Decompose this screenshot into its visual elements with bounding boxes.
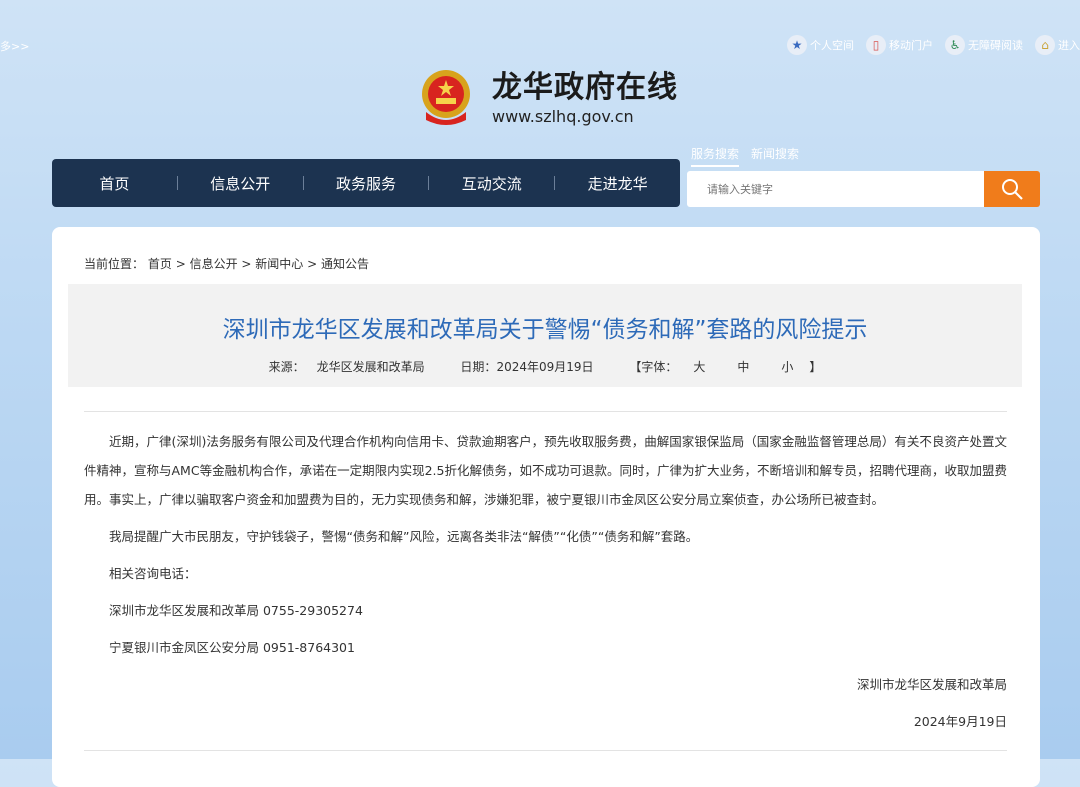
enter-icon: ⌂ [1035, 35, 1055, 55]
sign-date: 2024年9月19日 [913, 714, 1007, 729]
article-title: 深圳市龙华区发展和改革局关于警惕“债务和解”套路的风险提示 [222, 317, 868, 343]
divider [84, 750, 1007, 751]
divider [84, 411, 1007, 412]
accessibility-label: 无障碍阅读 [968, 39, 1023, 52]
article-date: 日期：2024年09月19日 [460, 360, 593, 374]
mobile-portal-label: 移动门户 [889, 39, 933, 52]
search-box [687, 171, 1040, 207]
search-icon [1002, 179, 1023, 200]
font-size-control: 【字体： 大 中 小 】 [629, 360, 821, 374]
signature: 深圳市龙华区发展和改革局 [856, 677, 1007, 692]
nav-item-government-services[interactable]: 政务服务 [304, 173, 429, 194]
site-url: www.szlhq.gov.cn [492, 106, 634, 126]
mobile-icon: ▯ [866, 35, 886, 55]
breadcrumb-sep: > [175, 257, 190, 271]
breadcrumb-info-disclosure[interactable]: 信息公开 [190, 257, 238, 271]
enter-link[interactable]: ⌂ 进入 [1035, 35, 1080, 55]
article-card: 当前位置： 首页 > 信息公开 > 新闻中心 > 通知公告 深圳市龙华区发展和改… [52, 227, 1040, 787]
site-title: 龙华政府在线 [492, 69, 678, 105]
nav-item-home[interactable]: 首页 [52, 173, 177, 194]
paragraph: 近期，广律(深圳)法务服务有限公司及代理合作机构向信用卡、贷款逾期客户，预先收取… [84, 434, 1007, 507]
article-header: 深圳市龙华区发展和改革局关于警惕“债务和解”套路的风险提示 来源： 龙华区发展和改… [68, 284, 1022, 387]
font-size-large[interactable]: 大 [693, 360, 705, 374]
source-value: 龙华区发展和改革局 [316, 360, 425, 374]
article-meta: 来源： 龙华区发展和改革局 日期：2024年09月19日 【字体： 大 中 小 】 [68, 358, 1022, 375]
article-body: 近期，广律(深圳)法务服务有限公司及代理合作机构向信用卡、贷款逾期客户，预先收取… [84, 427, 1007, 736]
user-star-icon: ★ [787, 35, 807, 55]
nav-item-interaction[interactable]: 互动交流 [429, 173, 554, 194]
personal-space-label: 个人空间 [810, 39, 854, 52]
search-input[interactable] [687, 171, 984, 207]
search-tabs: 服务搜索 新闻搜索 [691, 145, 799, 167]
paragraph: 相关咨询电话： [109, 566, 197, 581]
top-links: ★ 个人空间 ▯ 移动门户 ♿ 无障碍阅读 ⌂ 进入 [787, 35, 1080, 55]
main-nav: 首页 信息公开 政务服务 互动交流 走进龙华 [52, 159, 680, 207]
article-source: 来源： 龙华区发展和改革局 [269, 360, 425, 374]
font-close: 】 [809, 360, 822, 374]
source-label: 来源： [268, 360, 305, 374]
breadcrumb: 当前位置： 首页 > 信息公开 > 新闻中心 > 通知公告 [84, 255, 369, 272]
nav-item-info-disclosure[interactable]: 信息公开 [178, 173, 303, 194]
font-label: 【字体： [629, 360, 678, 374]
mobile-portal-link[interactable]: ▯ 移动门户 [866, 35, 933, 55]
accessibility-icon: ♿ [945, 35, 965, 55]
search-button[interactable] [984, 171, 1040, 207]
paragraph: 宁夏银川市金凤区公安分局 0951-8764301 [109, 640, 355, 655]
tab-service-search[interactable]: 服务搜索 [691, 145, 740, 167]
accessibility-link[interactable]: ♿ 无障碍阅读 [945, 35, 1023, 55]
breadcrumb-label: 当前位置： [84, 257, 145, 271]
font-size-small[interactable]: 小 [781, 360, 793, 374]
personal-space-link[interactable]: ★ 个人空间 [787, 35, 854, 55]
paragraph: 深圳市龙华区发展和改革局 0755-29305274 [109, 603, 363, 618]
enter-label: 进入 [1058, 39, 1080, 52]
paragraph: 我局提醒广大市民朋友，守护钱袋子，警惕“债务和解”风险，远离各类非法“解债”“化… [109, 529, 699, 544]
font-size-medium[interactable]: 中 [737, 360, 749, 374]
breadcrumb-notices[interactable]: 通知公告 [321, 257, 369, 271]
site-logo[interactable]: 龙华政府在线 www.szlhq.gov.cn [420, 68, 678, 128]
date-label: 日期： [460, 360, 497, 374]
breadcrumb-news-center[interactable]: 新闻中心 [255, 257, 303, 271]
tab-news-search[interactable]: 新闻搜索 [751, 145, 799, 167]
date-value: 2024年09月19日 [496, 360, 594, 374]
national-emblem-icon [422, 70, 470, 125]
breadcrumb-sep: > [307, 257, 321, 271]
more-link[interactable]: 多>> [0, 38, 29, 54]
breadcrumb-sep: > [241, 257, 256, 271]
breadcrumb-home[interactable]: 首页 [148, 257, 172, 271]
nav-item-about-longhua[interactable]: 走进龙华 [555, 173, 680, 194]
